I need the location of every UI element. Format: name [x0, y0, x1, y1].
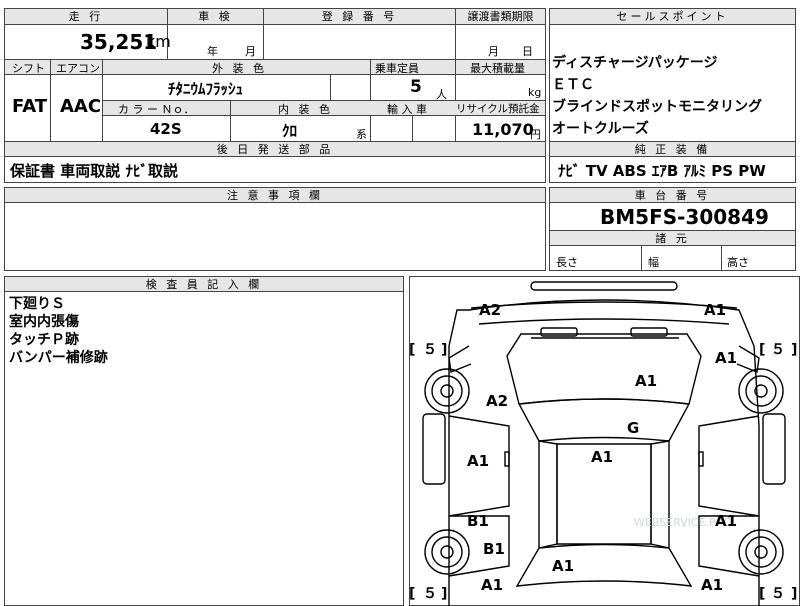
recycle-unit: 円	[530, 128, 541, 141]
transfer-header: 譲渡書類期限	[456, 9, 545, 25]
shift-value: FAT	[12, 96, 48, 117]
inspection-header: 車 検	[168, 9, 263, 25]
windshield-outline	[517, 398, 691, 442]
damage-mark: A1	[481, 576, 503, 594]
right-doors	[698, 415, 760, 577]
top-bar-shape	[530, 281, 678, 291]
chassis-header: 車 台 番 号	[550, 188, 795, 203]
chassis-label: 車 台 番 号	[634, 189, 711, 202]
transfer-label: 譲渡書類期限	[467, 10, 534, 23]
damage-mark: B1	[483, 540, 505, 558]
tire-front-right-bracket-close: ]	[791, 342, 797, 358]
tire-front-right-bracket: [	[759, 342, 765, 358]
spec-width-label: 幅	[648, 256, 659, 269]
inspector-line: 室内内張傷	[9, 314, 79, 330]
sales-point-item: オートクルーズ	[552, 121, 649, 137]
max-load-unit: kg	[528, 86, 542, 99]
damage-mark: A2	[486, 392, 508, 410]
interior-color-label: 内 装 色	[278, 103, 333, 116]
tire-front-right: ５	[771, 342, 785, 358]
registration-label: 登 録 番 号	[321, 10, 398, 23]
mileage-unit: km	[146, 32, 171, 51]
sales-point-item: ＥＴＣ	[552, 77, 594, 93]
damage-mark: A1	[715, 512, 737, 530]
import-label: 輸 入 車	[387, 103, 427, 116]
inspection-label: 車 検	[198, 10, 233, 23]
damage-mark: A1	[467, 452, 489, 470]
inspection-month-unit: 月	[245, 45, 256, 58]
damage-mark: A1	[715, 349, 737, 367]
later-parts-header: 後 日 発 送 部 品	[5, 142, 545, 157]
inspector-header: 検 査 員 記 入 欄	[5, 277, 403, 292]
capacity-label: 乗車定員	[375, 62, 419, 75]
genuine-equipment-header: 純 正 装 備	[550, 142, 795, 157]
sales-point-item: ブラインドスポットモニタリング	[552, 99, 762, 115]
spec-length-label: 長さ	[556, 256, 578, 269]
roof-outline	[538, 440, 558, 549]
inspector-line: タッチＰ跡	[9, 332, 79, 348]
sales-points-label: セールスポイント	[616, 10, 729, 23]
specs-label: 諸 元	[655, 232, 690, 245]
mileage-header: 走 行	[5, 9, 167, 25]
color-no-label: カ ラ ー Ｎｏ．	[118, 103, 195, 116]
later-parts-label: 後 日 発 送 部 品	[216, 143, 334, 156]
damage-mark: A1	[701, 576, 723, 594]
later-parts-value: 保証書 車両取説 ﾅﾋﾞ取説	[10, 162, 178, 180]
interior-color-value: ｸﾛ	[282, 122, 298, 140]
max-load-label: 最大積載量	[470, 62, 525, 75]
inspector-line: 下廻りＳ	[9, 296, 65, 312]
inspection-year-unit: 年	[207, 45, 218, 58]
registration-header: 登 録 番 号	[264, 9, 455, 25]
tire-front-left-bracket-close: ]	[441, 342, 447, 358]
interior-color-suffix: 系	[356, 128, 367, 141]
notes-label: 注 意 事 項 欄	[227, 189, 323, 202]
color-no-value: 42S	[150, 120, 182, 138]
recycle-label: リサイクル預託金	[456, 103, 540, 115]
damage-mark: A1	[591, 448, 613, 466]
mileage-label: 走 行	[68, 10, 104, 23]
tire-front-left: ５	[423, 342, 437, 358]
capacity-value: 5	[410, 77, 422, 97]
car-diagram: WEBSERVICE.PRO [ ５ ] [ ５ ] [ ５ ] [ ５ ] A…	[409, 281, 797, 606]
chassis-value: BM5FS-300849	[600, 205, 769, 229]
exterior-color-label: 外 装 色	[212, 62, 267, 75]
shift-label: シフト	[12, 62, 45, 75]
inspector-label: 検 査 員 記 入 欄	[145, 278, 263, 291]
exterior-color-value: ﾁﾀﾆｳﾑﾌﾗｯｼｭ	[168, 80, 244, 98]
damage-mark: A1	[552, 557, 574, 575]
aircon-value: AAC	[60, 96, 102, 117]
sales-points-header: セールスポイント	[550, 9, 795, 25]
tire-front-left-bracket: [	[409, 342, 415, 358]
damage-mark: A2	[479, 301, 501, 319]
specs-header: 諸 元	[550, 231, 795, 246]
genuine-equipment-value: ﾅﾋﾞ TV ABS ｴｱB ｱﾙﾐ PS PW	[558, 162, 766, 180]
damage-mark: A1	[704, 301, 726, 319]
notes-header: 注 意 事 項 欄	[5, 188, 545, 203]
hood-outline	[506, 333, 702, 405]
inspector-line: バンパー補修跡	[9, 350, 108, 366]
transfer-month-unit: 月	[488, 45, 499, 58]
recycle-value: 11,070	[472, 120, 534, 139]
damage-mark: G	[627, 419, 639, 437]
spec-height-label: 高さ	[727, 256, 749, 269]
transfer-day-unit: 日	[522, 45, 533, 58]
damage-mark: B1	[467, 512, 489, 530]
genuine-equipment-label: 純 正 装 備	[634, 143, 711, 156]
aircon-label: エアコン	[56, 62, 100, 75]
damage-mark: A1	[635, 372, 657, 390]
sales-point-item: ディスチャージパッケージ	[552, 55, 718, 71]
